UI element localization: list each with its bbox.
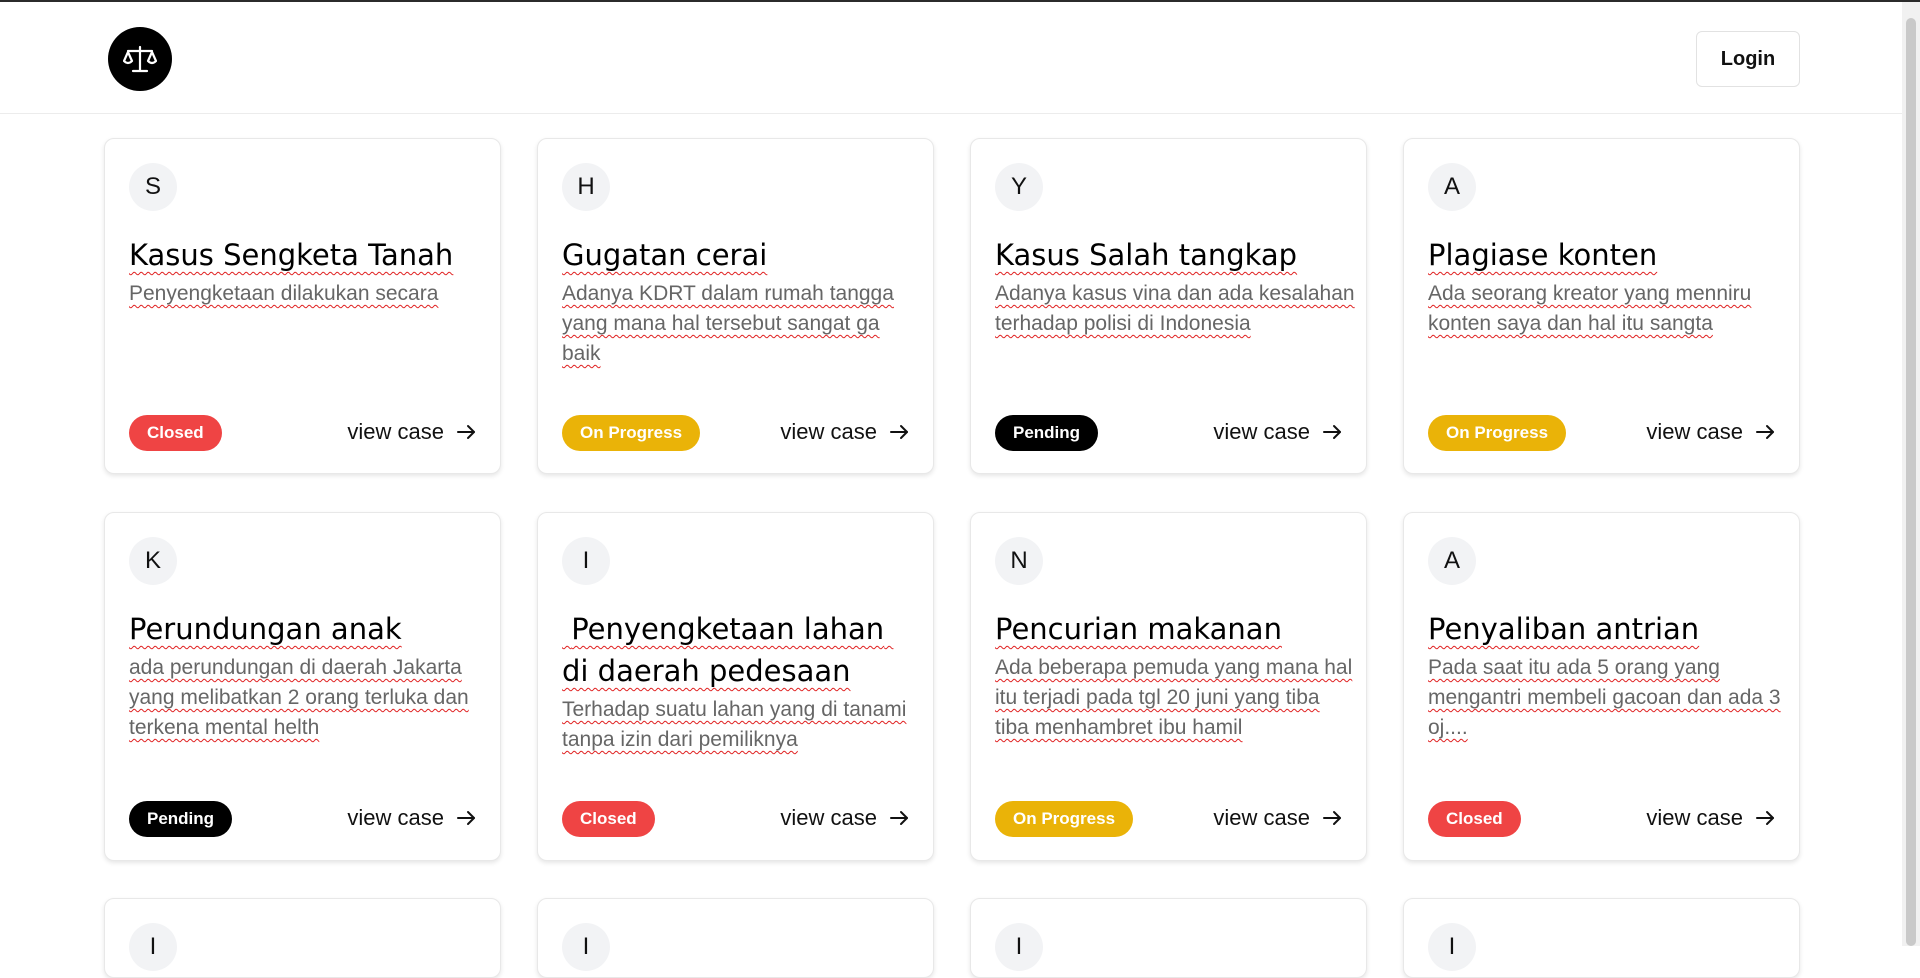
- case-grid: S Kasus Sengketa Tanah Penyengketaan dil…: [0, 0, 1902, 978]
- avatar: H: [562, 163, 610, 211]
- view-case-link[interactable]: view case: [1213, 805, 1342, 831]
- status-badge: Pending: [129, 801, 233, 837]
- avatar: S: [129, 163, 177, 211]
- case-card: I: [104, 898, 501, 978]
- avatar: K: [129, 537, 177, 585]
- status-badge: On Progress: [562, 415, 701, 451]
- avatar: I: [562, 923, 610, 971]
- arrow-right-icon: [1756, 425, 1774, 439]
- view-case-link[interactable]: view case: [1213, 419, 1342, 445]
- case-card: S Kasus Sengketa Tanah Penyengketaan dil…: [104, 138, 501, 474]
- case-card: I: [537, 898, 934, 978]
- view-case-label: view case: [347, 419, 444, 444]
- arrow-right-icon: [890, 425, 908, 439]
- view-case-label: view case: [780, 419, 877, 444]
- case-card: I Penyengketaan lahan di daerah pedesaan…: [537, 512, 934, 861]
- status-badge: Pending: [995, 415, 1099, 451]
- case-title: Penyengketaan lahan di daerah pedesaan: [562, 612, 894, 688]
- case-description: Adanya kasus vina dan ada kesalahan terh…: [995, 282, 1355, 335]
- case-title: Kasus Sengketa Tanah: [129, 238, 454, 272]
- view-case-link[interactable]: view case: [1646, 419, 1775, 445]
- status-badge: On Progress: [995, 801, 1134, 837]
- arrow-right-icon: [890, 811, 908, 825]
- vertical-scrollbar[interactable]: [1902, 2, 1920, 946]
- case-title: Plagiase konten: [1428, 238, 1658, 272]
- arrow-right-icon: [1323, 811, 1341, 825]
- case-title: Pencurian makanan: [995, 612, 1282, 646]
- case-description: ada perundungan di daerah Jakarta yang m…: [129, 656, 469, 739]
- view-case-link[interactable]: view case: [347, 805, 476, 831]
- avatar: I: [129, 923, 177, 971]
- arrow-right-icon: [457, 425, 475, 439]
- arrow-right-icon: [457, 811, 475, 825]
- avatar: N: [995, 537, 1043, 585]
- case-card: A Penyaliban antrian Pada saat itu ada 5…: [1403, 512, 1800, 861]
- view-case-label: view case: [1213, 805, 1310, 830]
- status-badge: On Progress: [1428, 415, 1567, 451]
- avatar: Y: [995, 163, 1043, 211]
- case-card: A Plagiase konten Ada seorang kreator ya…: [1403, 138, 1800, 474]
- case-card: Y Kasus Salah tangkap Adanya kasus vina …: [970, 138, 1367, 474]
- view-case-link[interactable]: view case: [780, 419, 909, 445]
- case-card: I: [970, 898, 1367, 978]
- view-case-label: view case: [1213, 419, 1310, 444]
- avatar: A: [1428, 163, 1476, 211]
- case-description: Adanya KDRT dalam rumah tangga yang mana…: [562, 282, 894, 365]
- status-badge: Closed: [562, 801, 655, 837]
- case-description: Pada saat itu ada 5 orang yang mengantri…: [1428, 656, 1781, 739]
- view-case-link[interactable]: view case: [1646, 805, 1775, 831]
- case-title: Kasus Salah tangkap: [995, 238, 1298, 272]
- case-card: K Perundungan anak ada perundungan di da…: [104, 512, 501, 861]
- status-badge: Closed: [1428, 801, 1521, 837]
- view-case-label: view case: [1646, 419, 1743, 444]
- case-card: I: [1403, 898, 1800, 978]
- view-case-label: view case: [1646, 805, 1743, 830]
- status-badge: Closed: [129, 415, 222, 451]
- avatar: I: [1428, 923, 1476, 971]
- arrow-right-icon: [1323, 425, 1341, 439]
- avatar: I: [995, 923, 1043, 971]
- case-title: Gugatan cerai: [562, 238, 768, 272]
- case-description: Ada beberapa pemuda yang mana hal itu te…: [995, 656, 1353, 739]
- avatar: I: [562, 537, 610, 585]
- avatar: A: [1428, 537, 1476, 585]
- case-card: H Gugatan cerai Adanya KDRT dalam rumah …: [537, 138, 934, 474]
- view-case-link[interactable]: view case: [780, 805, 909, 831]
- view-case-label: view case: [780, 805, 877, 830]
- arrow-right-icon: [1756, 811, 1774, 825]
- case-card: N Pencurian makanan Ada beberapa pemuda …: [970, 512, 1367, 861]
- case-title: Penyaliban antrian: [1428, 612, 1700, 646]
- view-case-link[interactable]: view case: [347, 419, 476, 445]
- case-title: Perundungan anak: [129, 612, 402, 646]
- case-description: Terhadap suatu lahan yang di tanami tanp…: [562, 698, 907, 751]
- case-description: Penyengketaan dilakukan secara: [129, 282, 439, 305]
- view-case-label: view case: [347, 805, 444, 830]
- case-description: Ada seorang kreator yang menniru konten …: [1428, 282, 1752, 335]
- scrollbar-thumb[interactable]: [1906, 18, 1916, 946]
